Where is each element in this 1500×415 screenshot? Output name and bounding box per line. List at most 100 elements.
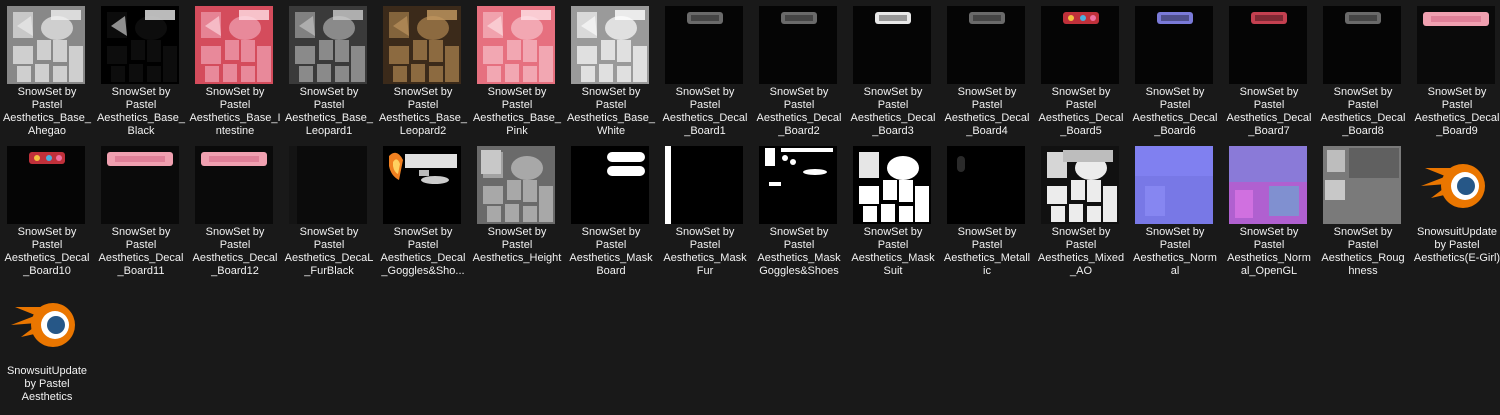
file-item[interactable]: SnowSet by Pastel Aesthetics_Mask Suit [846,140,940,277]
file-item[interactable]: SnowSet by Pastel Aesthetics_Decal _Boar… [940,0,1034,137]
file-item[interactable]: SnowSet by Pastel Aesthetics_Decal _Boar… [1222,0,1316,137]
image-thumbnail-icon [1041,146,1119,224]
file-name-label: SnowSet by Pastel Aesthetics_DecaL _FurB… [284,226,374,277]
file-item[interactable]: SnowSet by Pastel Aesthetics_Metall ic [940,140,1034,277]
file-item[interactable]: SnowSet by Pastel Aesthetics_Base_I ntes… [188,0,282,137]
file-item[interactable]: SnowSet by Pastel Aesthetics_Mask Goggle… [752,140,846,277]
image-thumbnail-icon [571,146,649,224]
image-thumbnail-icon [853,6,931,84]
file-name-label: SnowSet by Pastel Aesthetics_Decal _Boar… [192,226,278,277]
file-name-label: SnowSet by Pastel Aesthetics_Base_ Ahega… [2,86,92,137]
image-thumbnail-icon [1417,6,1495,84]
file-name-label: SnowSet by Pastel Aesthetics_Norm al [1133,226,1217,277]
file-name-label: SnowSet by Pastel Aesthetics_Decal _Boar… [756,86,842,137]
file-item[interactable]: SnowSet by Pastel Aesthetics_Decal _Boar… [0,140,94,277]
file-name-label: SnowSet by Pastel Aesthetics_Decal _Boar… [1226,86,1312,137]
image-thumbnail-icon [383,6,461,84]
image-thumbnail-icon [759,146,837,224]
file-item[interactable]: SnowSet by Pastel Aesthetics_Decal _Boar… [188,140,282,277]
image-thumbnail-icon [1229,146,1307,224]
file-name-label: SnowSet by Pastel Aesthetics_Base_ Black [96,86,186,137]
file-item[interactable]: SnowSet by Pastel Aesthetics_Decal _Boar… [1128,0,1222,137]
file-name-label: SnowSet by Pastel Aesthetics_Norm al_Ope… [1227,226,1311,277]
image-thumbnail-icon [195,6,273,84]
image-thumbnail-icon [289,146,367,224]
file-name-label: SnowSet by Pastel Aesthetics_Metall ic [943,226,1031,277]
image-thumbnail-icon [571,6,649,84]
file-item[interactable]: SnowSet by Pastel Aesthetics_Mask Board [564,140,658,277]
image-thumbnail-icon [759,6,837,84]
file-item[interactable]: SnowSet by Pastel Aesthetics_Decal _Gogg… [376,140,470,277]
file-name-label: SnowSet by Pastel Aesthetics_Decal _Boar… [850,86,936,137]
image-thumbnail-icon [1229,6,1307,84]
image-thumbnail-icon [477,146,555,224]
image-thumbnail-icon [853,146,931,224]
file-name-label: SnowSet by Pastel Aesthetics_Decal _Boar… [1414,86,1500,137]
file-name-label: SnowSet by Pastel Aesthetics_Base_I ntes… [189,86,281,137]
image-thumbnail-icon [1323,146,1401,224]
file-name-label: SnowSet by Pastel Aesthetics_Mask Suit [851,226,935,277]
image-thumbnail-icon [665,146,743,224]
file-item[interactable]: SnowSet by Pastel Aesthetics_Base_ Ahega… [0,0,94,137]
file-name-label: SnowSet by Pastel Aesthetics_Roug hness [1321,226,1405,277]
file-name-label: SnowsuitUpdate by Pastel Aesthetics(E-Gi… [1413,226,1500,264]
file-name-label: SnowSet by Pastel Aesthetics_Height [472,226,562,264]
file-name-label: SnowSet by Pastel Aesthetics_Decal _Gogg… [380,226,466,277]
file-name-label: SnowSet by Pastel Aesthetics_Mask Fur [663,226,747,277]
image-thumbnail-icon [1135,146,1213,224]
file-item[interactable]: SnowSet by Pastel Aesthetics_Base_ Leopa… [282,0,376,137]
image-thumbnail-icon [195,146,273,224]
file-item[interactable]: SnowSet by Pastel Aesthetics_Mask Fur [658,140,752,277]
file-item[interactable]: SnowSet by Pastel Aesthetics_Decal _Boar… [1316,0,1410,137]
file-name-label: SnowSet by Pastel Aesthetics_Base_ White [566,86,656,137]
file-item[interactable]: SnowSet by Pastel Aesthetics_Decal _Boar… [1034,0,1128,137]
image-thumbnail-icon [947,146,1025,224]
image-thumbnail-icon [101,146,179,224]
file-grid: SnowSet by Pastel Aesthetics_Base_ Ahega… [0,0,1500,414]
image-thumbnail-icon [101,6,179,84]
file-name-label: SnowSet by Pastel Aesthetics_Mask Goggle… [757,226,841,277]
file-item[interactable]: SnowSet by Pastel Aesthetics_Decal _Boar… [1410,0,1500,137]
file-item[interactable]: SnowSet by Pastel Aesthetics_Base_ Pink [470,0,564,137]
file-item[interactable]: SnowSet by Pastel Aesthetics_Norm al [1128,140,1222,277]
file-name-label: SnowSet by Pastel Aesthetics_Mixed _AO [1037,226,1125,277]
file-name-label: SnowSet by Pastel Aesthetics_Decal _Boar… [1320,86,1406,137]
file-name-label: SnowSet by Pastel Aesthetics_Decal _Boar… [98,226,184,277]
image-thumbnail-icon [289,6,367,84]
file-item[interactable]: SnowSet by Pastel Aesthetics_Decal _Boar… [846,0,940,137]
file-item[interactable]: SnowSet by Pastel Aesthetics_Roug hness [1316,140,1410,277]
file-name-label: SnowSet by Pastel Aesthetics_Mask Board [569,226,653,277]
image-thumbnail-icon [1323,6,1401,84]
file-item[interactable]: SnowSet by Pastel Aesthetics_Base_ White [564,0,658,137]
image-thumbnail-icon [1041,6,1119,84]
file-item[interactable]: SnowSet by Pastel Aesthetics_Mixed _AO [1034,140,1128,277]
file-name-label: SnowSet by Pastel Aesthetics_Base_ Leopa… [378,86,468,137]
file-item[interactable]: SnowSet by Pastel Aesthetics_Base_ Leopa… [376,0,470,137]
file-item[interactable]: SnowSet by Pastel Aesthetics_Decal _Boar… [752,0,846,137]
image-thumbnail-icon [7,6,85,84]
image-thumbnail-icon [477,6,555,84]
file-item[interactable]: SnowSet by Pastel Aesthetics_Decal _Boar… [658,0,752,137]
file-item[interactable]: SnowsuitUpdate by Pastel Aesthetics(E-Gi… [1410,140,1500,276]
file-item[interactable]: SnowSet by Pastel Aesthetics_Height [470,140,564,276]
blender-file-icon [7,285,85,363]
file-name-label: SnowSet by Pastel Aesthetics_Decal _Boar… [1038,86,1124,137]
blender-file-icon [1417,146,1495,224]
file-name-label: SnowSet by Pastel Aesthetics_Base_ Pink [472,86,562,137]
file-item[interactable]: SnowsuitUpdate by Pastel Aesthetics [0,279,94,415]
file-name-label: SnowSet by Pastel Aesthetics_Base_ Leopa… [284,86,374,137]
file-name-label: SnowSet by Pastel Aesthetics_Decal _Boar… [4,226,90,277]
file-name-label: SnowSet by Pastel Aesthetics_Decal _Boar… [1132,86,1218,137]
file-name-label: SnowSet by Pastel Aesthetics_Decal _Boar… [944,86,1030,137]
image-thumbnail-icon [383,146,461,224]
file-name-label: SnowSet by Pastel Aesthetics_Decal _Boar… [662,86,748,137]
file-item[interactable]: SnowSet by Pastel Aesthetics_DecaL _FurB… [282,140,376,277]
image-thumbnail-icon [7,146,85,224]
image-thumbnail-icon [947,6,1025,84]
image-thumbnail-icon [1135,6,1213,84]
file-name-label: SnowsuitUpdate by Pastel Aesthetics [6,365,88,403]
file-item[interactable]: SnowSet by Pastel Aesthetics_Norm al_Ope… [1222,140,1316,277]
file-item[interactable]: SnowSet by Pastel Aesthetics_Decal _Boar… [94,140,188,277]
file-item[interactable]: SnowSet by Pastel Aesthetics_Base_ Black [94,0,188,137]
image-thumbnail-icon [665,6,743,84]
